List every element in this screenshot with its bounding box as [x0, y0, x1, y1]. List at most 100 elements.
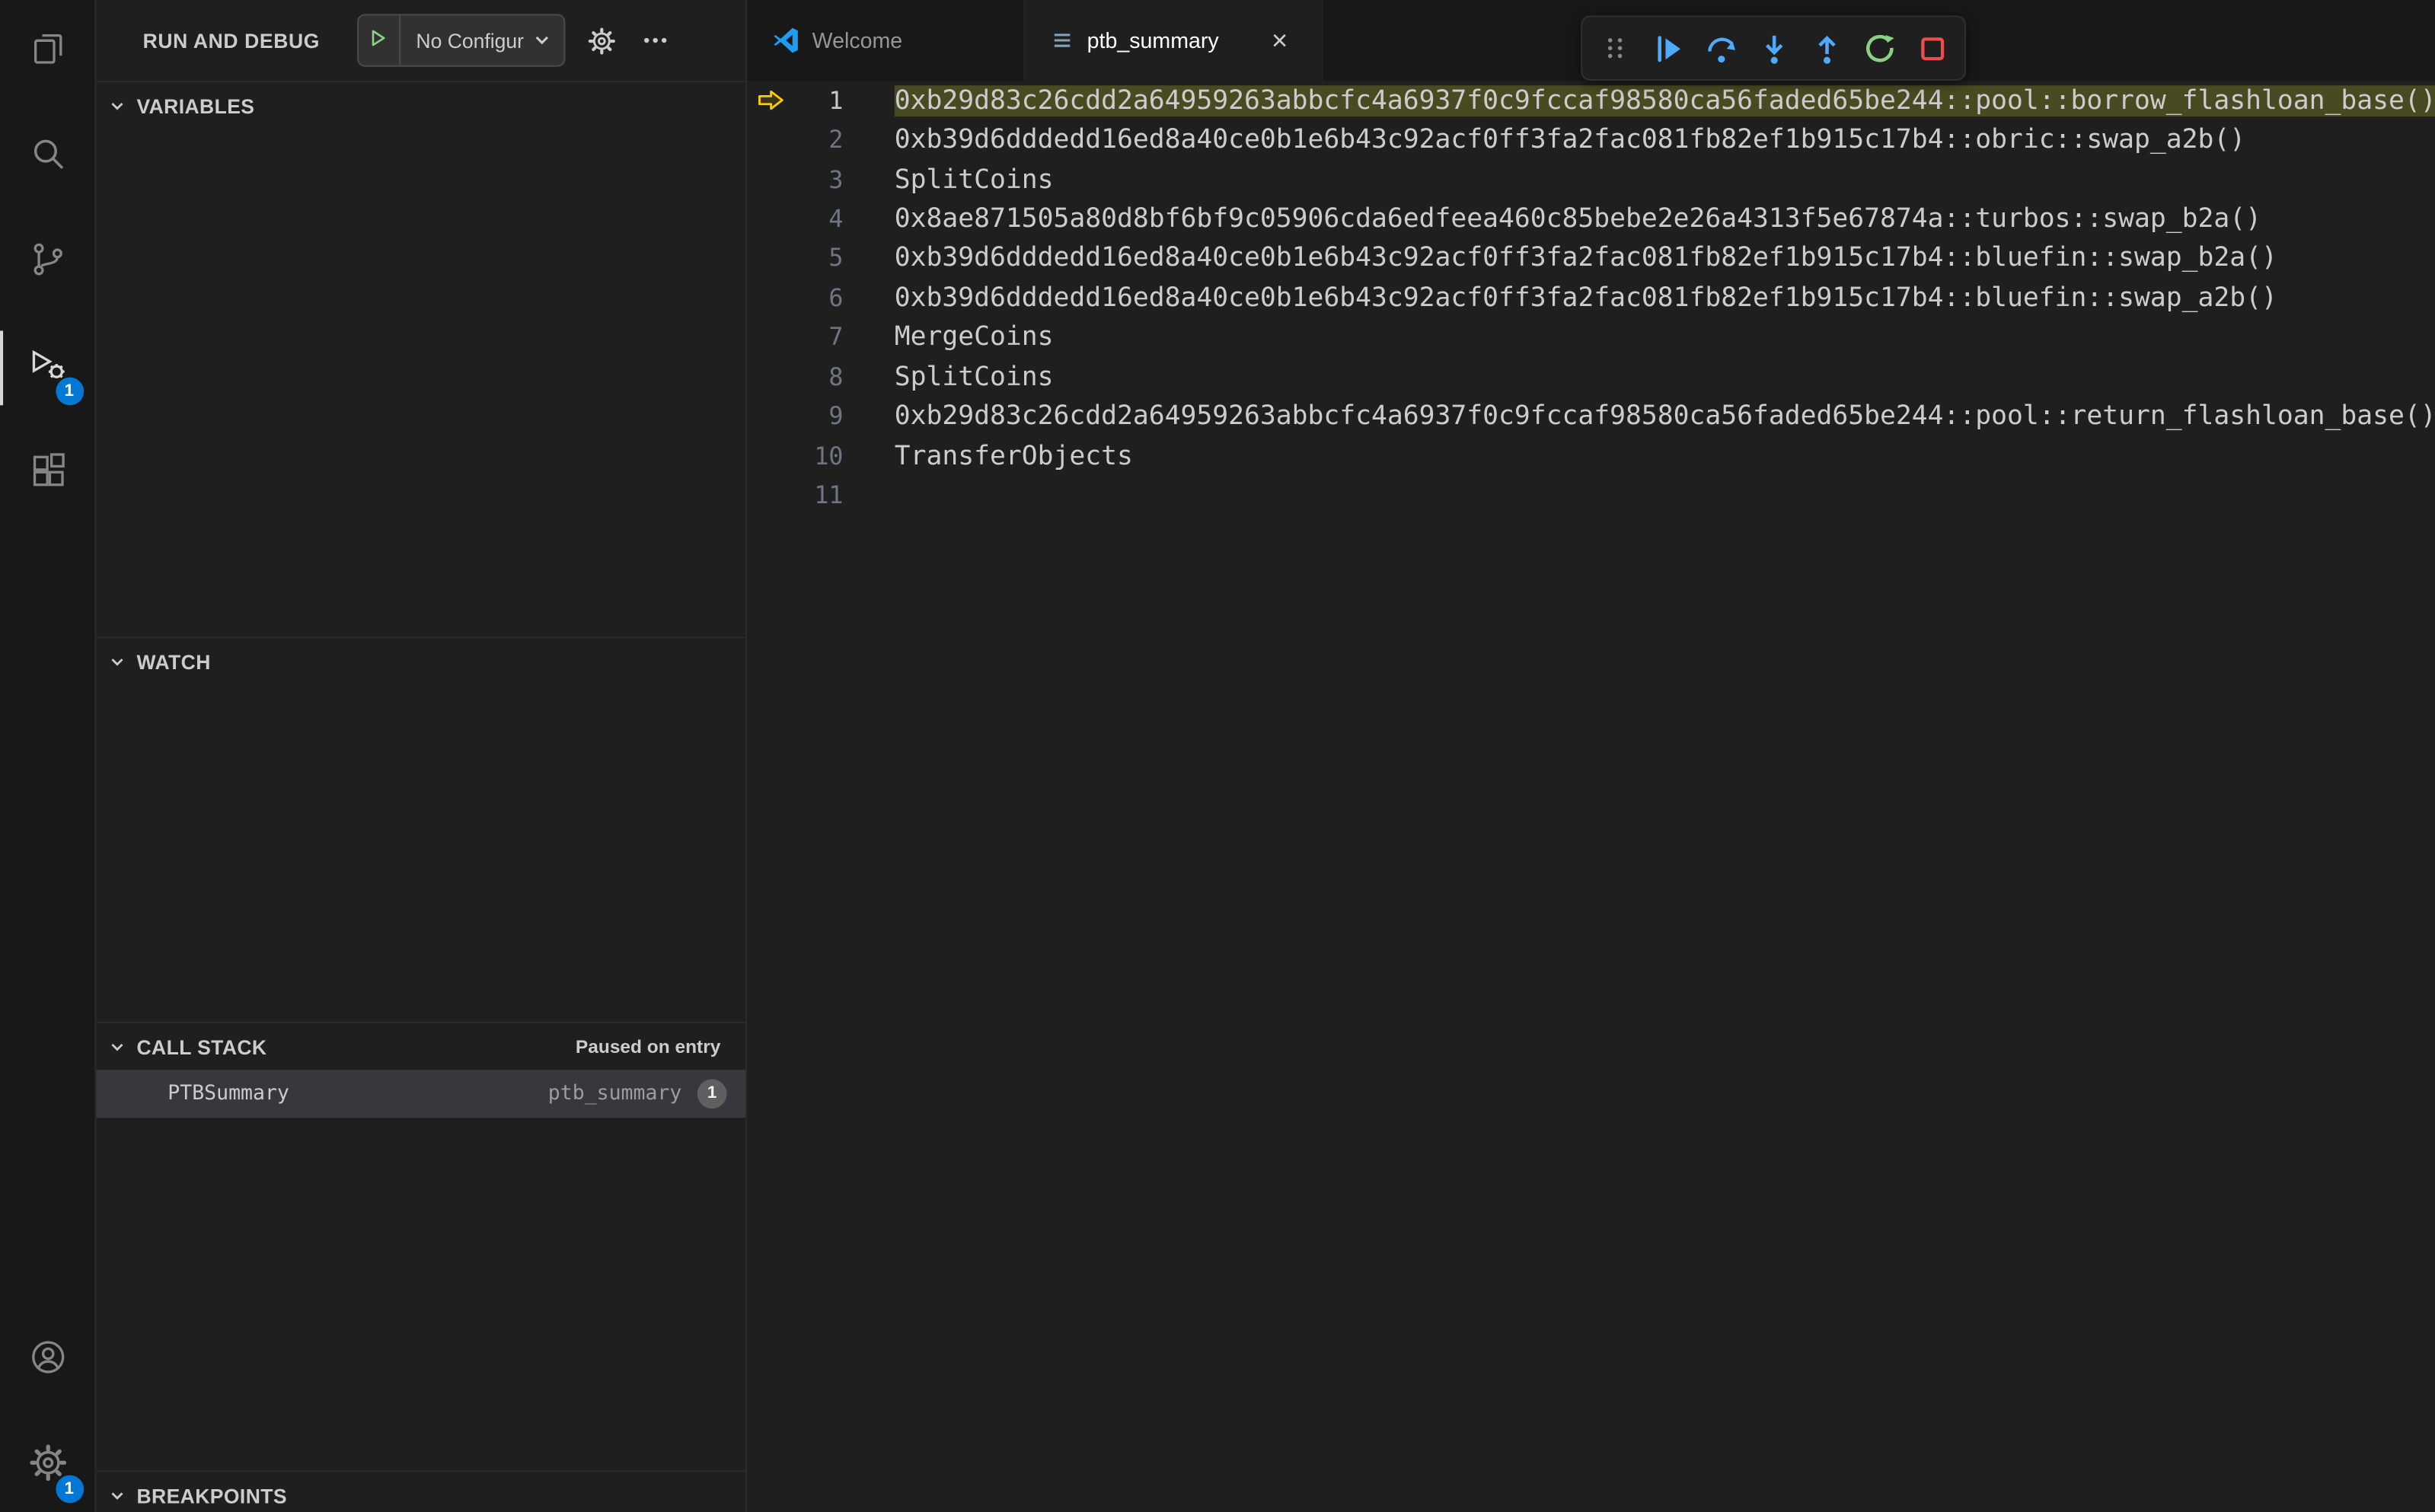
more-actions-icon[interactable]	[642, 27, 670, 55]
chevron-down-icon	[109, 1487, 126, 1504]
code-text[interactable]: 0xb29d83c26cdd2a64959263abbcfc4a6937f0c9…	[895, 401, 2435, 432]
paused-status: Paused on entry	[575, 1035, 721, 1057]
debug-current-line-arrow-icon[interactable]	[747, 445, 793, 468]
frame-source: ptb_summary	[547, 1082, 682, 1106]
settings-badge: 1	[55, 1475, 84, 1504]
code-text[interactable]: 0x8ae871505a80d8bf6bf9c05906cda6edfeea46…	[895, 203, 2435, 234]
code-text[interactable]: SplitCoins	[895, 164, 2435, 195]
activity-bar: 1 1	[0, 0, 97, 1512]
config-dropdown[interactable]: No Configur	[401, 15, 533, 65]
file-list-icon	[1050, 28, 1075, 53]
continue-button[interactable]	[1642, 17, 1694, 79]
code-line[interactable]: 10 TransferObjects	[747, 436, 2435, 476]
debug-current-line-arrow-icon[interactable]	[747, 129, 793, 152]
line-number[interactable]: 6	[793, 284, 843, 312]
stop-button[interactable]	[1906, 17, 1958, 79]
call-stack-pane-header[interactable]: CALL STACK Paused on entry	[96, 1023, 745, 1070]
variables-body	[96, 129, 745, 636]
debug-current-line-arrow-icon[interactable]	[747, 247, 793, 270]
debug-count-badge: 1	[55, 377, 84, 406]
run-and-debug-sidebar: RUN AND DEBUG No Configur VARIABLES WATC…	[96, 0, 748, 1512]
debug-current-line-arrow-icon[interactable]	[747, 326, 793, 349]
line-number[interactable]: 9	[793, 403, 843, 431]
line-number[interactable]: 11	[793, 481, 843, 509]
tab-label: ptb_summary	[1087, 27, 1219, 53]
stack-frame-row[interactable]: PTBSummary ptb_summary 1	[96, 1070, 745, 1118]
code-line[interactable]: 9 0xb29d83c26cdd2a64959263abbcfc4a6937f0…	[747, 397, 2435, 436]
vscode-logo-icon	[772, 27, 800, 55]
debug-toolbar	[1581, 15, 1967, 81]
activity-source-control[interactable]	[0, 225, 95, 300]
code-line[interactable]: 4 0x8ae871505a80d8bf6bf9c05906cda6edfeea…	[747, 199, 2435, 239]
code-text[interactable]: MergeCoins	[895, 322, 2435, 353]
code-text[interactable]: 0xb39d6dddedd16ed8a40ce0b1e6b43c92acf0ff…	[895, 243, 2435, 274]
debug-settings-gear-icon[interactable]	[588, 26, 618, 56]
watch-pane: WATCH	[96, 636, 745, 1022]
line-number[interactable]: 8	[793, 363, 843, 391]
line-number[interactable]: 7	[793, 324, 843, 352]
step-out-button[interactable]	[1800, 17, 1853, 79]
restart-button[interactable]	[1853, 17, 1905, 79]
line-number[interactable]: 3	[793, 165, 843, 193]
debug-current-line-arrow-icon[interactable]	[747, 365, 793, 389]
watch-label: WATCH	[136, 649, 211, 674]
code-editor: 1 0xb29d83c26cdd2a64959263abbcfc4a6937f0…	[747, 81, 2435, 1512]
code-line[interactable]: 6 0xb39d6dddedd16ed8a40ce0b1e6b43c92acf0…	[747, 278, 2435, 317]
tab-ptb-summary[interactable]: ptb_summary ×	[1025, 0, 1323, 81]
editor-area: Welcome ptb_summary × 1 0xb29d83c26cdd2a…	[747, 0, 2435, 1512]
activity-accounts[interactable]	[0, 1323, 95, 1398]
activity-explorer[interactable]	[0, 14, 95, 88]
activity-extensions[interactable]	[0, 436, 95, 511]
code-line[interactable]: 1 0xb29d83c26cdd2a64959263abbcfc4a6937f0…	[747, 81, 2435, 120]
breakpoints-pane-header[interactable]: BREAKPOINTS	[96, 1472, 745, 1512]
toolbar-drag-grip[interactable]	[1588, 17, 1641, 79]
chevron-down-icon	[109, 97, 126, 113]
activity-search[interactable]	[0, 120, 95, 194]
sidebar-title: RUN AND DEBUG	[142, 28, 320, 53]
tab-welcome[interactable]: Welcome	[747, 0, 1026, 81]
code-text[interactable]: TransferObjects	[895, 441, 2435, 472]
step-over-button[interactable]	[1694, 17, 1747, 79]
debug-config-control: No Configur	[356, 14, 566, 67]
sidebar-header: RUN AND DEBUG No Configur	[96, 0, 745, 81]
code-text[interactable]: 0xb39d6dddedd16ed8a40ce0b1e6b43c92acf0ff…	[895, 282, 2435, 314]
debug-current-line-arrow-icon[interactable]	[747, 167, 793, 191]
start-debug-button[interactable]	[359, 15, 401, 65]
debug-current-line-arrow-icon[interactable]	[747, 286, 793, 310]
files-icon	[27, 27, 68, 75]
line-number[interactable]: 2	[793, 126, 843, 155]
code-line[interactable]: 5 0xb39d6dddedd16ed8a40ce0b1e6b43c92acf0…	[747, 239, 2435, 279]
close-icon[interactable]: ×	[1262, 24, 1297, 58]
chevron-down-icon	[533, 15, 564, 65]
code-line[interactable]: 3 SplitCoins	[747, 160, 2435, 199]
line-number[interactable]: 5	[793, 244, 843, 273]
vscode-window: 1 1 RUN AND DEBUG No Configur VARIABLES …	[0, 0, 2435, 1512]
code-text[interactable]: SplitCoins	[895, 362, 2435, 393]
step-into-button[interactable]	[1747, 17, 1799, 79]
code-line[interactable]: 8 SplitCoins	[747, 357, 2435, 397]
debug-current-line-arrow-icon[interactable]	[747, 207, 793, 231]
code-line[interactable]: 11	[747, 476, 2435, 515]
source-control-icon	[27, 238, 68, 286]
debug-current-line-arrow-icon[interactable]	[747, 484, 793, 508]
activity-run-and-debug[interactable]: 1	[0, 330, 95, 406]
variables-pane-header[interactable]: VARIABLES	[96, 82, 745, 129]
debug-current-line-arrow-icon[interactable]	[747, 405, 793, 429]
line-number[interactable]: 1	[793, 87, 843, 115]
watch-pane-header[interactable]: WATCH	[96, 638, 745, 684]
tab-label: Welcome	[812, 27, 903, 53]
code-text[interactable]: 0xb39d6dddedd16ed8a40ce0b1e6b43c92acf0ff…	[895, 124, 2435, 155]
line-number[interactable]: 4	[793, 205, 843, 233]
activity-settings[interactable]: 1	[0, 1428, 95, 1504]
breakpoints-pane: BREAKPOINTS	[96, 1470, 745, 1512]
code-text[interactable]: 0xb29d83c26cdd2a64959263abbcfc4a6937f0c9…	[894, 85, 2435, 116]
debug-current-line-arrow-icon[interactable]	[747, 89, 793, 113]
code-line[interactable]: 7 MergeCoins	[747, 317, 2435, 357]
watch-body	[96, 684, 745, 1022]
search-icon	[27, 132, 68, 180]
extensions-icon	[27, 449, 68, 497]
code-line[interactable]: 2 0xb39d6dddedd16ed8a40ce0b1e6b43c92acf0…	[747, 120, 2435, 160]
variables-label: VARIABLES	[136, 94, 255, 117]
call-stack-pane: CALL STACK Paused on entry PTBSummary pt…	[96, 1022, 745, 1470]
line-number[interactable]: 10	[793, 442, 843, 471]
